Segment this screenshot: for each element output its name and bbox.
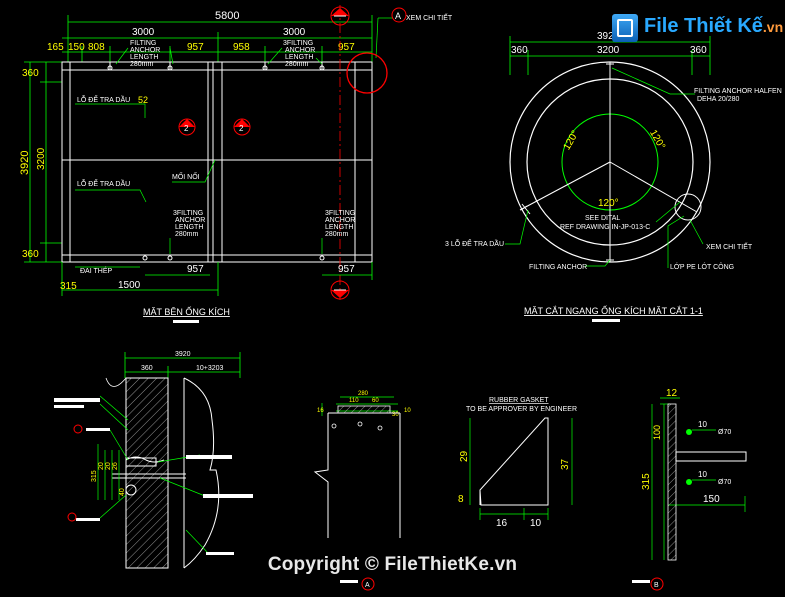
side-dim-3920-v: 3920: [19, 151, 31, 175]
side-dim-1500: 1500: [118, 280, 141, 291]
logo-text: File Thiết Kế.vn: [644, 15, 783, 38]
detail-c-dim-12: 12: [666, 388, 678, 399]
gasket-title: RUBBER GASKET: [489, 397, 549, 404]
side-dim-808: 808: [88, 42, 105, 53]
section-tag-2-left-text: 2: [184, 124, 189, 133]
side-filting4-l2: ANCHOR: [325, 217, 355, 224]
side-dim-957a: 957: [187, 42, 204, 53]
detail-a-vdim-20b: 20: [105, 462, 112, 470]
logo-ext: .vn: [762, 19, 784, 35]
side-dim-150: 150: [68, 42, 85, 53]
logo-tile-icon: [612, 14, 638, 42]
side-dim-3000-left: 3000: [132, 27, 155, 38]
cross-section-title-bar: [592, 319, 620, 322]
side-filting2-l1: 3FILTING: [283, 40, 313, 47]
side-filting4-l3: LENGTH: [325, 224, 353, 231]
detail-c-dim-10b: 10: [698, 470, 707, 479]
cross-dim-360-right: 360: [690, 45, 707, 56]
side-filting2-l2: ANCHOR: [285, 47, 315, 54]
cross-dim-360-left: 360: [511, 45, 528, 56]
side-filting3-l1: 3FILTING: [173, 210, 203, 217]
cross-ref-drawing: REF DRAWING IN-JP-013-C: [560, 224, 650, 231]
side-dim-957-bottom-b: 957: [338, 264, 355, 275]
side-dim-957b: 957: [338, 42, 355, 53]
detail-b-dim-110: 110: [349, 398, 359, 404]
gasket-subtitle: TO BE APPROVER BY ENGINEER: [466, 406, 577, 413]
side-dim-958: 958: [233, 42, 250, 53]
detail-c-phi-b: Ø70: [718, 479, 731, 486]
gasket-dim-37: 37: [560, 458, 571, 470]
cross-anchor-spec: DEHA 20/280: [697, 96, 740, 103]
side-dim-165: 165: [47, 42, 64, 53]
side-filting4-l4: 280mm: [325, 231, 349, 238]
logo-main: File Thiết Kế: [644, 15, 763, 37]
cross-lop-pe: LỚP PE LÓT CÔNG: [670, 262, 734, 271]
detail-b-dim-60: 60: [372, 398, 379, 404]
detail-c-tag-text: B: [654, 582, 659, 589]
side-view-title: MẶT BÊN ỐNG KÍCH: [143, 306, 230, 317]
side-dim-5800: 5800: [215, 10, 239, 22]
detail-a-hatch: [125, 377, 169, 569]
cross-see-dital: SEE DITAL: [585, 215, 620, 222]
detail-a-vdim-20a: 20: [98, 462, 105, 470]
side-dim-360-bottom: 360: [22, 249, 39, 260]
detail-b-dim-16: 16: [317, 408, 324, 414]
gasket-dim-8: 8: [458, 494, 464, 505]
side-dai-thep: ĐAI THÉP: [80, 266, 112, 275]
gasket-dim-29: 29: [459, 450, 470, 462]
cross-angle-3: 120°: [598, 198, 619, 209]
detail-c-phi-a: Ø70: [718, 429, 731, 436]
detail-a-dim-10: 10+3203: [196, 365, 224, 372]
gasket-dim-10: 10: [530, 518, 542, 529]
detail-b-dim-280: 280: [358, 391, 369, 397]
site-logo: File Thiết Kế.vn: [612, 12, 783, 46]
detail-a-dim-3920: 3920: [175, 351, 191, 358]
side-dim-957-bottom-a: 957: [187, 264, 204, 275]
detail-a-dim-360: 360: [141, 365, 153, 372]
side-val-52: 52: [138, 95, 148, 105]
side-dim-360-top: 360: [22, 68, 39, 79]
section-tag-2-left: 2: [178, 118, 196, 136]
detail-c-dim-315: 315: [641, 473, 652, 490]
detail-c-dim-100: 100: [652, 425, 662, 440]
cross-filting-anchor: FILTING ANCHOR: [529, 264, 587, 271]
detail-c-title-bar: [632, 580, 650, 583]
side-filting3-l2: ANCHOR: [175, 217, 205, 224]
side-filting1-l3: LENGTH: [130, 54, 158, 61]
cross-section-title: MẶT CẮT NGANG ỐNG KÍCH MẶT CẮT 1-1: [524, 305, 703, 316]
side-filting3-l3: LENGTH: [175, 224, 203, 231]
detail-a-vdim-26: 26: [112, 462, 119, 470]
side-dim-3000-right: 3000: [283, 27, 306, 38]
detail-b-title-bar: [340, 580, 358, 583]
detail-a-vdim-315: 315: [91, 470, 98, 482]
side-filting3-l4: 280mm: [175, 231, 199, 238]
side-filting1-l2: ANCHOR: [130, 47, 160, 54]
detail-b-tag-text: A: [365, 582, 370, 589]
detail-c-dim-10a: 10: [698, 420, 707, 429]
copyright-watermark: Copyright © FileThietKe.vn: [267, 554, 518, 575]
side-filting1-l1: FILTING: [130, 40, 156, 47]
gasket-dim-16: 16: [496, 518, 508, 529]
detail-b-hatch: [337, 405, 391, 414]
side-filting1-l4: 280mm: [130, 61, 154, 68]
side-view-title-bar: [173, 320, 199, 323]
cross-anchor-halfen: FILTING ANCHOR HALFEN: [694, 88, 782, 95]
detail-b-dim-10: 10: [404, 408, 411, 414]
cross-dim-3200: 3200: [597, 45, 620, 56]
cad-drawing-canvas: 5800 3000 3000 165 150 808 957 958 957 3…: [0, 0, 785, 597]
side-callout-a-text: A: [395, 11, 401, 21]
side-dim-315: 315: [60, 281, 77, 292]
detail-c-plate: [667, 403, 677, 561]
section-tag-2-right: 2: [233, 118, 251, 136]
side-filting4-l1: 3FILTING: [325, 210, 355, 217]
side-filting2-l4: 280mm: [285, 61, 309, 68]
section-tag-2-right-text: 2: [239, 124, 244, 133]
detail-a-vdim-40: 40: [119, 488, 126, 496]
side-filting2-l3: LENGTH: [285, 54, 313, 61]
detail-c-dim-150: 150: [703, 494, 720, 505]
side-dim-3200-v: 3200: [36, 147, 47, 170]
